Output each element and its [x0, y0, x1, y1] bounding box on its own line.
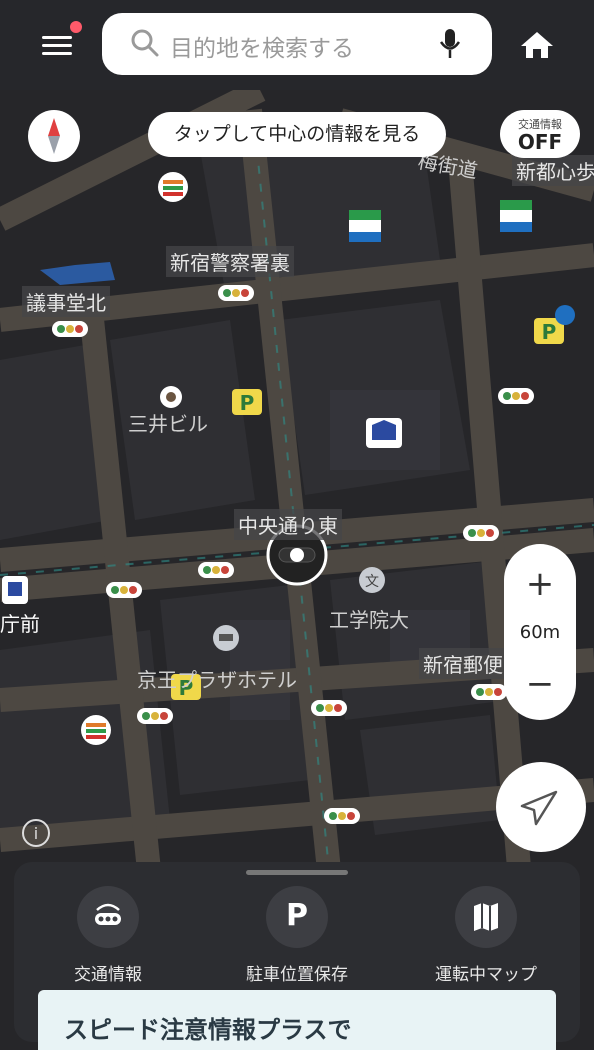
- map-label-keio-plaza: 京王プラザホテル: [137, 668, 297, 692]
- map-label-keisatsu: 新宿警察署裏: [166, 246, 294, 277]
- compass-icon: [48, 118, 60, 154]
- bank-icon: [366, 418, 402, 448]
- zoom-control: + 60m −: [504, 544, 576, 720]
- traffic-info-label: 交通情報: [74, 965, 142, 985]
- svg-text:P: P: [240, 391, 255, 415]
- traffic-signal-icon-wrap: [77, 886, 139, 948]
- familymart-icon: [500, 200, 532, 232]
- map-icon: [474, 903, 498, 931]
- landmark-pin-icon: [160, 386, 182, 408]
- traffic-toggle-state: OFF: [517, 130, 563, 154]
- compass-button[interactable]: [28, 110, 80, 162]
- microphone-icon[interactable]: [438, 27, 462, 61]
- home-icon[interactable]: [520, 30, 554, 60]
- search-icon: [131, 29, 159, 57]
- sheet-drag-handle[interactable]: [246, 870, 348, 875]
- seven-eleven-icon: [81, 715, 111, 745]
- save-parking-label: 駐車位置保存: [246, 965, 348, 985]
- map-label-mitsui: 三井ビル: [128, 412, 208, 436]
- notification-dot: [70, 21, 82, 33]
- traffic-info-action[interactable]: 交通情報: [28, 886, 188, 985]
- tap-center-info-button[interactable]: タップして中心の情報を見る: [148, 112, 446, 157]
- zoom-out-button[interactable]: −: [504, 664, 576, 704]
- familymart-icon: [349, 210, 381, 242]
- search-input[interactable]: 目的地を検索する: [170, 29, 354, 63]
- driving-map-action[interactable]: 運転中マップ: [406, 886, 566, 985]
- parking-icon: P: [232, 389, 262, 415]
- map-label-kogakuin: 工学院大: [329, 608, 409, 632]
- parking-icon: P: [266, 886, 328, 948]
- driving-map-label: 運転中マップ: [435, 965, 537, 985]
- seven-eleven-icon: [158, 172, 188, 202]
- bottom-sheet: 交通情報 P 駐車位置保存 運転中マップ スピード注意情報プラスで: [14, 862, 580, 1050]
- bus-stop-icon: [2, 576, 28, 604]
- current-location-button[interactable]: [496, 762, 586, 852]
- map-icon-wrap: [455, 886, 517, 948]
- hotel-icon: [213, 625, 239, 651]
- svg-text:P: P: [542, 320, 557, 344]
- map-label-chuo: 中央通り東: [234, 509, 342, 540]
- traffic-info-toggle[interactable]: 交通情報 OFF: [500, 110, 580, 158]
- svg-text:i: i: [34, 824, 38, 843]
- top-bar: 目的地を検索する: [0, 0, 594, 90]
- promo-text: スピード注意情報プラスで: [64, 1016, 352, 1044]
- search-bar[interactable]: 目的地を検索する: [102, 13, 492, 75]
- map-label-yubin: 新宿郵便: [419, 648, 507, 679]
- school-icon: 文: [359, 567, 385, 593]
- save-parking-action[interactable]: P 駐車位置保存: [217, 886, 377, 985]
- hamburger-menu-icon[interactable]: [40, 21, 82, 64]
- svg-text:文: 文: [365, 574, 379, 590]
- map-label-shintoshin: 新都心歩: [512, 155, 594, 186]
- map-scale: 60m: [519, 622, 561, 643]
- zoom-in-button[interactable]: +: [504, 564, 576, 604]
- navigation-arrow-icon: [520, 790, 558, 826]
- parking-letter: P: [286, 898, 308, 933]
- traffic-signal-icon: [95, 903, 121, 925]
- speed-warning-promo[interactable]: スピード注意情報プラスで: [38, 990, 556, 1050]
- map-label-gijidou: 議事堂北: [22, 286, 110, 317]
- map-label-chomae: 庁前: [0, 612, 40, 636]
